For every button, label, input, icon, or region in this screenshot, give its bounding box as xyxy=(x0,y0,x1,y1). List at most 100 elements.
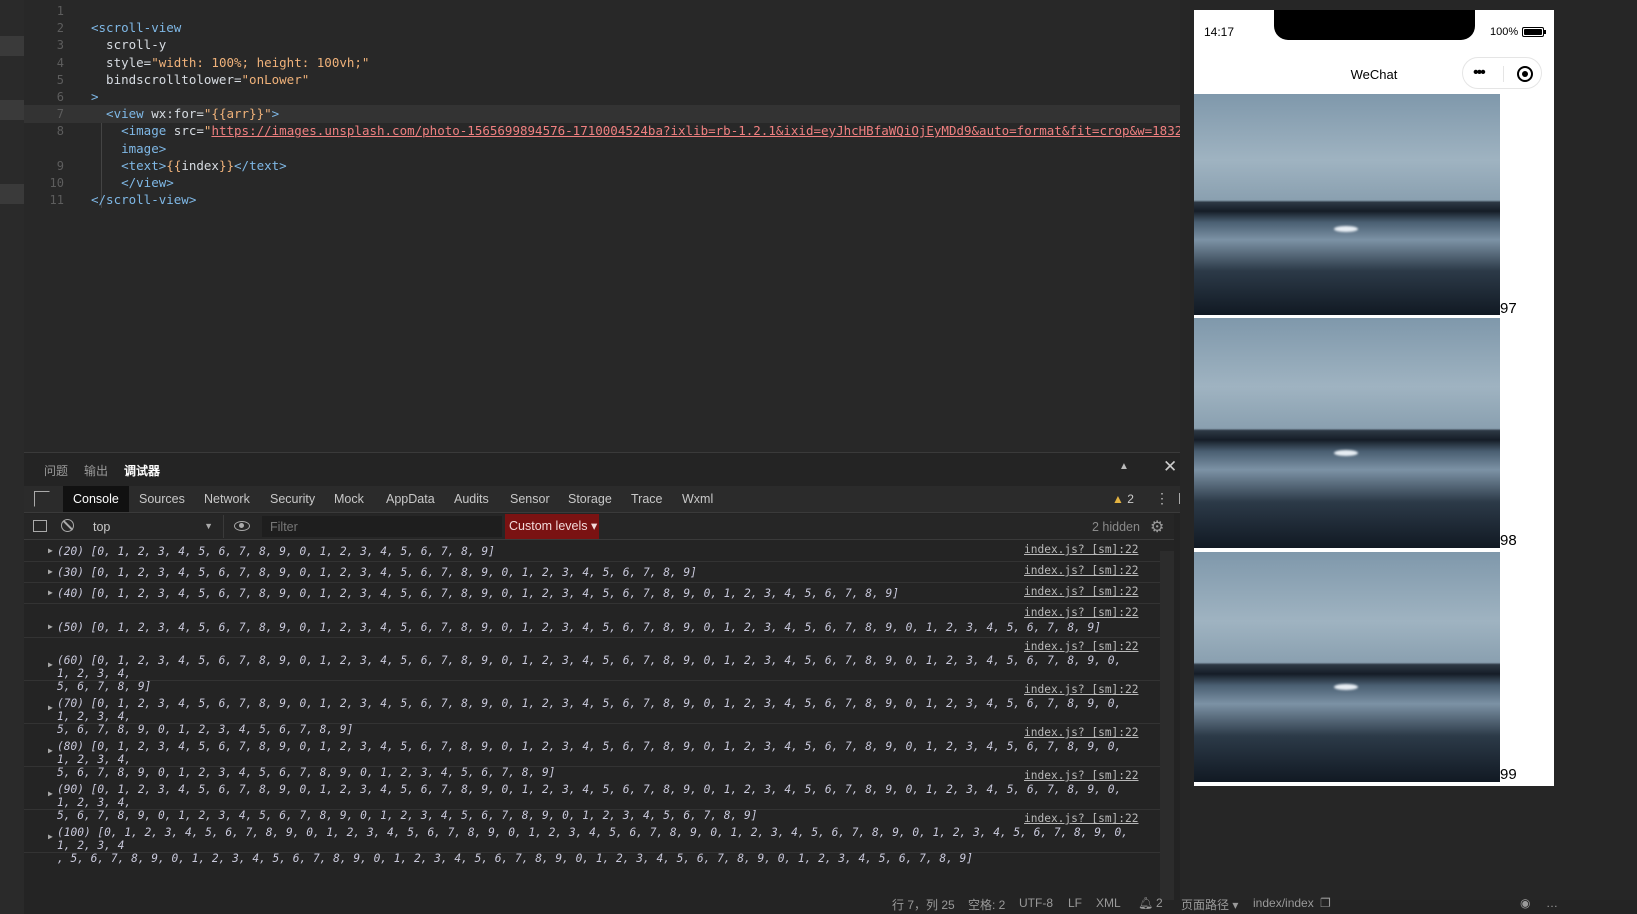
line-ending[interactable]: LF xyxy=(1068,896,1082,910)
log-levels-dropdown[interactable]: Custom levels ▾ xyxy=(505,514,599,539)
code-line[interactable]: 5 bindscrolltolower="onLower" xyxy=(24,71,1204,89)
close-miniprogram-icon[interactable] xyxy=(1517,66,1533,82)
tab-sensor[interactable]: Sensor xyxy=(500,486,560,512)
log-source-link[interactable]: index.js? [sm]:22 xyxy=(1024,769,1139,782)
tab-storage[interactable]: Storage xyxy=(558,486,622,512)
log-text[interactable]: (20) [0, 1, 2, 3, 4, 5, 6, 7, 8, 9, 0, 1… xyxy=(57,545,1137,558)
expand-icon[interactable]: ▶ xyxy=(48,567,53,576)
tab-output[interactable]: 输出 xyxy=(84,462,108,479)
copy-icon[interactable]: ❐ xyxy=(1320,896,1331,910)
more-icon[interactable]: … xyxy=(1546,896,1558,910)
chevron-down-icon: ▼ xyxy=(204,521,213,531)
indent-setting[interactable]: 空格: 2 xyxy=(968,896,1005,913)
code-line[interactable]: 6 > xyxy=(24,88,1204,106)
inspect-element-icon[interactable] xyxy=(34,491,50,507)
log-source-link[interactable]: index.js? [sm]:22 xyxy=(1024,543,1139,556)
page-path-dropdown[interactable]: 页面路径 ▾ xyxy=(1181,896,1238,913)
context-select[interactable]: top ▼ xyxy=(89,515,224,538)
code-text[interactable]: image> xyxy=(91,140,166,158)
expand-icon[interactable]: ▶ xyxy=(48,546,53,555)
log-entry: ▶ (100) [0, 1, 2, 3, 4, 5, 6, 7, 8, 9, 0… xyxy=(24,810,1160,865)
bell-icon[interactable]: 🔔︎ xyxy=(1138,896,1153,910)
code-line[interactable]: image> xyxy=(24,140,1204,158)
tab-appdata[interactable]: AppData xyxy=(376,486,445,512)
warning-counter[interactable]: ▲ 2 xyxy=(1112,492,1134,506)
expand-icon[interactable]: ▶ xyxy=(48,789,53,798)
log-source-link[interactable]: index.js? [sm]:22 xyxy=(1024,564,1139,577)
tab-problems[interactable]: 问题 xyxy=(44,462,68,479)
line-number: 7 xyxy=(56,107,64,122)
log-text[interactable]: (100) [0, 1, 2, 3, 4, 5, 6, 7, 8, 9, 0, … xyxy=(57,826,1137,865)
list-item[interactable]: 98 xyxy=(1194,318,1554,549)
code-text[interactable]: bindscrolltolower="onLower" xyxy=(91,71,309,89)
log-source-link[interactable]: index.js? [sm]:22 xyxy=(1024,726,1139,739)
clear-console-icon[interactable] xyxy=(61,519,74,532)
code-text[interactable]: </view> xyxy=(91,174,174,192)
code-text[interactable]: <text>{{index}}</text> xyxy=(91,157,287,175)
log-text[interactable]: (50) [0, 1, 2, 3, 4, 5, 6, 7, 8, 9, 0, 1… xyxy=(57,621,1137,634)
encoding[interactable]: UTF-8 xyxy=(1019,896,1053,910)
code-editor[interactable]: 1 2 <scroll-view 3 scroll-y 4 style="width: … xyxy=(24,0,1250,452)
tab-network[interactable]: Network xyxy=(194,486,260,512)
code-text[interactable]: <view wx:for="{{arr}}"> xyxy=(91,105,279,123)
tab-wxml[interactable]: Wxml xyxy=(672,486,723,512)
code-line[interactable]: 2 <scroll-view xyxy=(24,19,1204,37)
eye-icon[interactable]: ◉ xyxy=(1520,896,1530,910)
tab-mock[interactable]: Mock xyxy=(324,486,374,512)
log-source-link[interactable]: index.js? [sm]:22 xyxy=(1024,683,1139,696)
log-source-link[interactable]: index.js? [sm]:22 xyxy=(1024,812,1139,825)
code-text[interactable]: > xyxy=(91,88,99,106)
code-text[interactable]: </scroll-view> xyxy=(91,191,196,209)
sidebar-toggle-icon[interactable] xyxy=(33,520,47,532)
code-text[interactable]: <scroll-view xyxy=(91,19,181,37)
close-panel-icon[interactable]: ✕ xyxy=(1163,457,1177,477)
log-text[interactable]: (30) [0, 1, 2, 3, 4, 5, 6, 7, 8, 9, 0, 1… xyxy=(57,566,1137,579)
code-token: index xyxy=(181,157,219,173)
code-text[interactable]: <image src="https://images.unsplash.com/… xyxy=(91,122,1250,140)
tab-security[interactable]: Security xyxy=(260,486,325,512)
expand-icon[interactable]: ▶ xyxy=(48,622,53,631)
list-item[interactable]: 97 xyxy=(1194,94,1554,324)
console-scrollbar[interactable] xyxy=(1160,551,1174,901)
code-token: scroll-y xyxy=(91,37,167,53)
log-source-link[interactable]: index.js? [sm]:22 xyxy=(1024,585,1139,598)
phone-screen[interactable]: 14:17 100% WeChat ••• 97 98 99 xyxy=(1194,10,1554,786)
battery-percent: 100% xyxy=(1490,26,1519,38)
log-source-link[interactable]: index.js? [sm]:22 xyxy=(1024,640,1139,653)
code-line[interactable]: 8 <image src="https://images.unsplash.co… xyxy=(24,122,1250,140)
expand-icon[interactable]: ▶ xyxy=(48,746,53,755)
code-text[interactable]: scroll-y xyxy=(91,36,166,54)
tab-trace[interactable]: Trace xyxy=(621,486,673,512)
more-options-icon[interactable]: ⋮ xyxy=(1155,490,1169,507)
code-line[interactable]: 11 </scroll-view> xyxy=(24,191,1204,209)
log-source-link[interactable]: index.js? [sm]:22 xyxy=(1024,606,1139,619)
tab-console[interactable]: Console xyxy=(63,486,129,512)
page-path[interactable]: index/index xyxy=(1253,896,1314,910)
expand-icon[interactable]: ▶ xyxy=(48,703,53,712)
eye-icon[interactable] xyxy=(234,521,250,531)
filter-input[interactable] xyxy=(262,516,502,537)
list-item[interactable]: 99 xyxy=(1194,552,1554,783)
code-line[interactable]: 10 </view> xyxy=(24,174,1204,192)
expand-icon[interactable]: ▶ xyxy=(48,832,53,841)
maximize-panel-icon[interactable]: ▲ xyxy=(1119,461,1129,472)
code-line[interactable]: 7 <view wx:for="{{arr}}"> xyxy=(24,105,1204,124)
code-line[interactable]: 9 <text>{{index}}</text> xyxy=(24,157,1204,175)
code-text[interactable]: style="width: 100%; height: 100vh;" xyxy=(91,54,369,72)
cursor-position[interactable]: 行 7，列 25 xyxy=(892,896,955,913)
tab-sources[interactable]: Sources xyxy=(129,486,195,512)
expand-icon[interactable]: ▶ xyxy=(48,588,53,597)
code-line[interactable]: 3 scroll-y xyxy=(24,36,1204,54)
log-text[interactable]: (40) [0, 1, 2, 3, 4, 5, 6, 7, 8, 9, 0, 1… xyxy=(57,587,1137,600)
code-line[interactable]: 1 xyxy=(24,2,1204,20)
tab-audits[interactable]: Audits xyxy=(444,486,499,512)
language-mode[interactable]: XML xyxy=(1096,896,1121,910)
expand-icon[interactable]: ▶ xyxy=(48,660,53,669)
gear-icon[interactable]: ⚙ xyxy=(1150,517,1164,537)
code-line[interactable]: 4 style="width: 100%; height: 100vh;" xyxy=(24,54,1204,72)
more-menu-icon[interactable]: ••• xyxy=(1473,65,1486,81)
item-index: 97 xyxy=(1500,300,1517,317)
tab-debugger[interactable]: 调试器 xyxy=(124,462,160,479)
phone-notch xyxy=(1274,10,1475,40)
code-token: wx:for= xyxy=(151,106,204,122)
